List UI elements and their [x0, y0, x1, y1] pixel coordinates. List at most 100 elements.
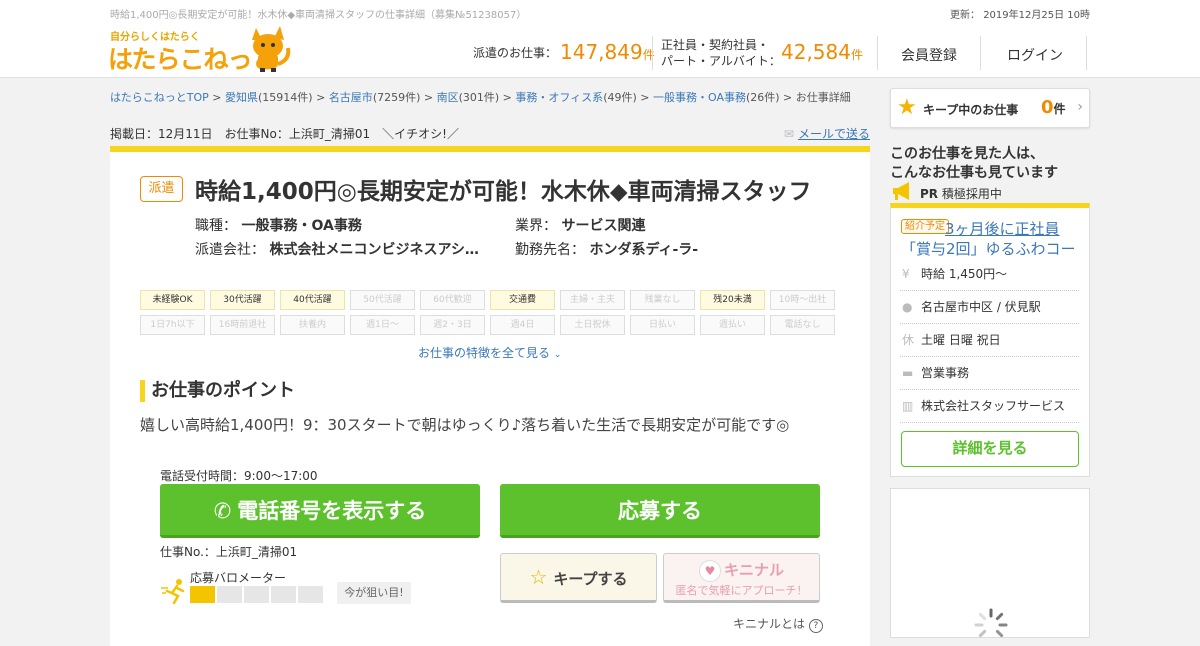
building-icon: ▥ [902, 399, 914, 413]
breadcrumb-text: (15914件) > [258, 91, 329, 104]
location-pin-icon: ● [902, 300, 913, 314]
recommended-job-title-2[interactable]: 「賞与2回」ゆるふわコー [901, 238, 1079, 259]
recommended-job-row-text: 時給 1,450円～ [921, 267, 1008, 281]
yen-icon: ¥ [902, 267, 910, 281]
employment-type-badge: 派遣 [140, 176, 183, 202]
kept-jobs-label: キープ中のお仕事 [923, 103, 1019, 117]
chevron-down-icon: ⌄ [553, 350, 562, 360]
recommended-job-row-text: 名古屋市中区 / 伏見駅 [921, 300, 1041, 314]
feature-tag: 日払い [630, 315, 695, 335]
divider [877, 36, 878, 70]
recommend-badge: 紹介予定 [901, 219, 949, 234]
job-point-text: 嬉しい高時給1,400円！9：30スタートで朝はゆっくり♪落ち着いた生活で長期安… [140, 416, 790, 434]
fulltime-jobs-count: 42,584件 [781, 40, 863, 64]
kininal-button[interactable]: ♥ キニナル 匿名で気軽にアプローチ！ [663, 553, 820, 603]
breadcrumb-link[interactable]: 名古屋市 [329, 91, 373, 104]
apply-button[interactable]: 応募する [500, 484, 820, 538]
briefcase-icon: ▬ [902, 366, 914, 380]
star-outline-icon: ☆ [529, 565, 548, 589]
mail-icon: ✉ [783, 127, 794, 141]
job-agency: 派遣会社： 株式会社メニコンビジネスアシ… [195, 242, 479, 258]
kept-jobs-count: 0件 [1041, 97, 1066, 118]
feature-tag: 16時前退社 [210, 315, 275, 335]
megaphone-icon [893, 182, 909, 200]
kininal-help-link[interactable]: キニナルとは ? [733, 615, 823, 633]
login-link[interactable]: ログイン [1007, 45, 1063, 65]
also-viewed-heading: このお仕事を見た人は、 こんなお仕事も見ています [890, 146, 1058, 181]
updated-timestamp: 更新： 2019年12月25日 10時 [950, 10, 1090, 21]
recommended-job-row-text: 営業事務 [921, 366, 970, 380]
meter-status: 今が狙い目! [337, 582, 411, 604]
breadcrumb-link[interactable]: 愛知県 [225, 91, 258, 104]
apply-meter-label: 応募バロメーター [190, 571, 287, 585]
recommended-job-row: ▥ 株式会社スタッフサービス [900, 390, 1079, 423]
question-icon: ? [808, 619, 823, 633]
loading-spinner-icon [974, 608, 1008, 638]
breadcrumb-text: (49件) > [603, 91, 653, 104]
meter-cell [190, 586, 215, 603]
dispatch-jobs-label: 派遣のお仕事： [473, 46, 558, 60]
divider [980, 36, 981, 70]
show-phone-button[interactable]: ✆ 電話番号を表示する [160, 484, 480, 538]
recommended-job-row: ¥ 時給 1,450円～ [900, 258, 1079, 291]
keep-button[interactable]: ☆ キープする [500, 553, 657, 603]
job-title: 時給1,400円◎長期安定が可能！水木休◆車両清掃スタッフ [195, 179, 812, 205]
divider [1086, 36, 1087, 70]
job-point-heading: お仕事のポイント [140, 380, 295, 402]
phone-icon: ✆ [213, 499, 232, 523]
kept-jobs-box[interactable]: ★ キープ中のお仕事 0件 › [890, 88, 1090, 128]
star-icon: ★ [897, 95, 917, 120]
meter-cell [244, 586, 269, 603]
recommended-job-row: 休土曜 日曜 祝日 [900, 324, 1079, 357]
recommended-job-row-text: 株式会社スタッフサービス [921, 399, 1066, 413]
cat-mascot-icon [252, 26, 291, 72]
feature-tag: 週1日～ [350, 315, 415, 335]
meter-cell [271, 586, 296, 603]
posting-meta: 掲載日：12月11日 お仕事No：上浜町_清掃01 ＼イチオシ!／ [110, 127, 459, 141]
ad-placeholder [890, 488, 1090, 638]
phone-hours: 電話受付時間：9:00～17:00 [160, 469, 318, 483]
breadcrumb-text: > [208, 91, 226, 104]
feature-tag: 週払い [700, 315, 765, 335]
meter-cell [298, 586, 323, 603]
job-number: 仕事No.：上浜町_清掃01 [160, 545, 298, 559]
feature-tag: 土日祝休 [560, 315, 625, 335]
breadcrumb-text: (301件) > [458, 91, 516, 104]
feature-tag: 10時～出社 [770, 290, 835, 310]
recommended-job-title-1[interactable]: 3ヶ月後に正社員 [945, 218, 1060, 239]
feature-tag: 50代活躍 [350, 290, 415, 310]
feature-tag: 30代活躍 [210, 290, 275, 310]
feature-tag: 残20未満 [700, 290, 765, 310]
heart-icon: ♥ [698, 560, 721, 582]
job-workplace: 勤務先名： ホンダ系ディ-ラ- [515, 242, 699, 258]
divider [652, 36, 653, 70]
view-details-button[interactable]: 詳細を見る [901, 431, 1079, 467]
breadcrumb-link[interactable]: はたらこねっとTOP [110, 91, 209, 104]
fulltime-jobs-label: 正社員・契約社員・ パート・アルバイト： [661, 38, 781, 68]
pr-label: PR 積極採用中 [920, 187, 1002, 201]
feature-tag: 週4日 [490, 315, 555, 335]
chevron-right-icon: › [1077, 99, 1083, 115]
see-all-features-link[interactable]: お仕事の特徴を全て見る ⌄ [418, 344, 561, 361]
recommended-job-row: ● 名古屋市中区 / 伏見駅 [900, 291, 1079, 324]
recommended-job-row: ▬ 営業事務 [900, 357, 1079, 390]
feature-tag: 1日7h以下 [140, 315, 205, 335]
job-category: 職種： 一般事務・OA事務 [195, 218, 362, 234]
breadcrumb-link[interactable]: 南区 [437, 91, 459, 104]
holiday-icon: 休 [902, 333, 915, 347]
send-mail-link[interactable]: ✉ メールで送る [784, 125, 870, 142]
feature-tag: 交通費 [490, 290, 555, 310]
breadcrumb-text: (26件) > お仕事詳細 [745, 91, 851, 104]
breadcrumb-link[interactable]: 一般事務・OA事務 [653, 91, 746, 104]
breadcrumb-link[interactable]: 事務・オフィス系 [515, 91, 603, 104]
feature-tag: 残業なし [630, 290, 695, 310]
feature-tag: 60代歓迎 [420, 290, 485, 310]
breadcrumb-text: (7259件) > [372, 91, 437, 104]
feature-tag: 主婦・主夫 [560, 290, 625, 310]
feature-tag: 40代活躍 [280, 290, 345, 310]
meter-cell [217, 586, 242, 603]
feature-tag: 未経験OK [140, 290, 205, 310]
feature-tag: 扶養内 [280, 315, 345, 335]
page-heading-text: 時給1,400円◎長期安定が可能！水木休◆車両清掃スタッフの仕事詳細（募集№51… [110, 10, 527, 21]
register-link[interactable]: 会員登録 [901, 45, 957, 65]
